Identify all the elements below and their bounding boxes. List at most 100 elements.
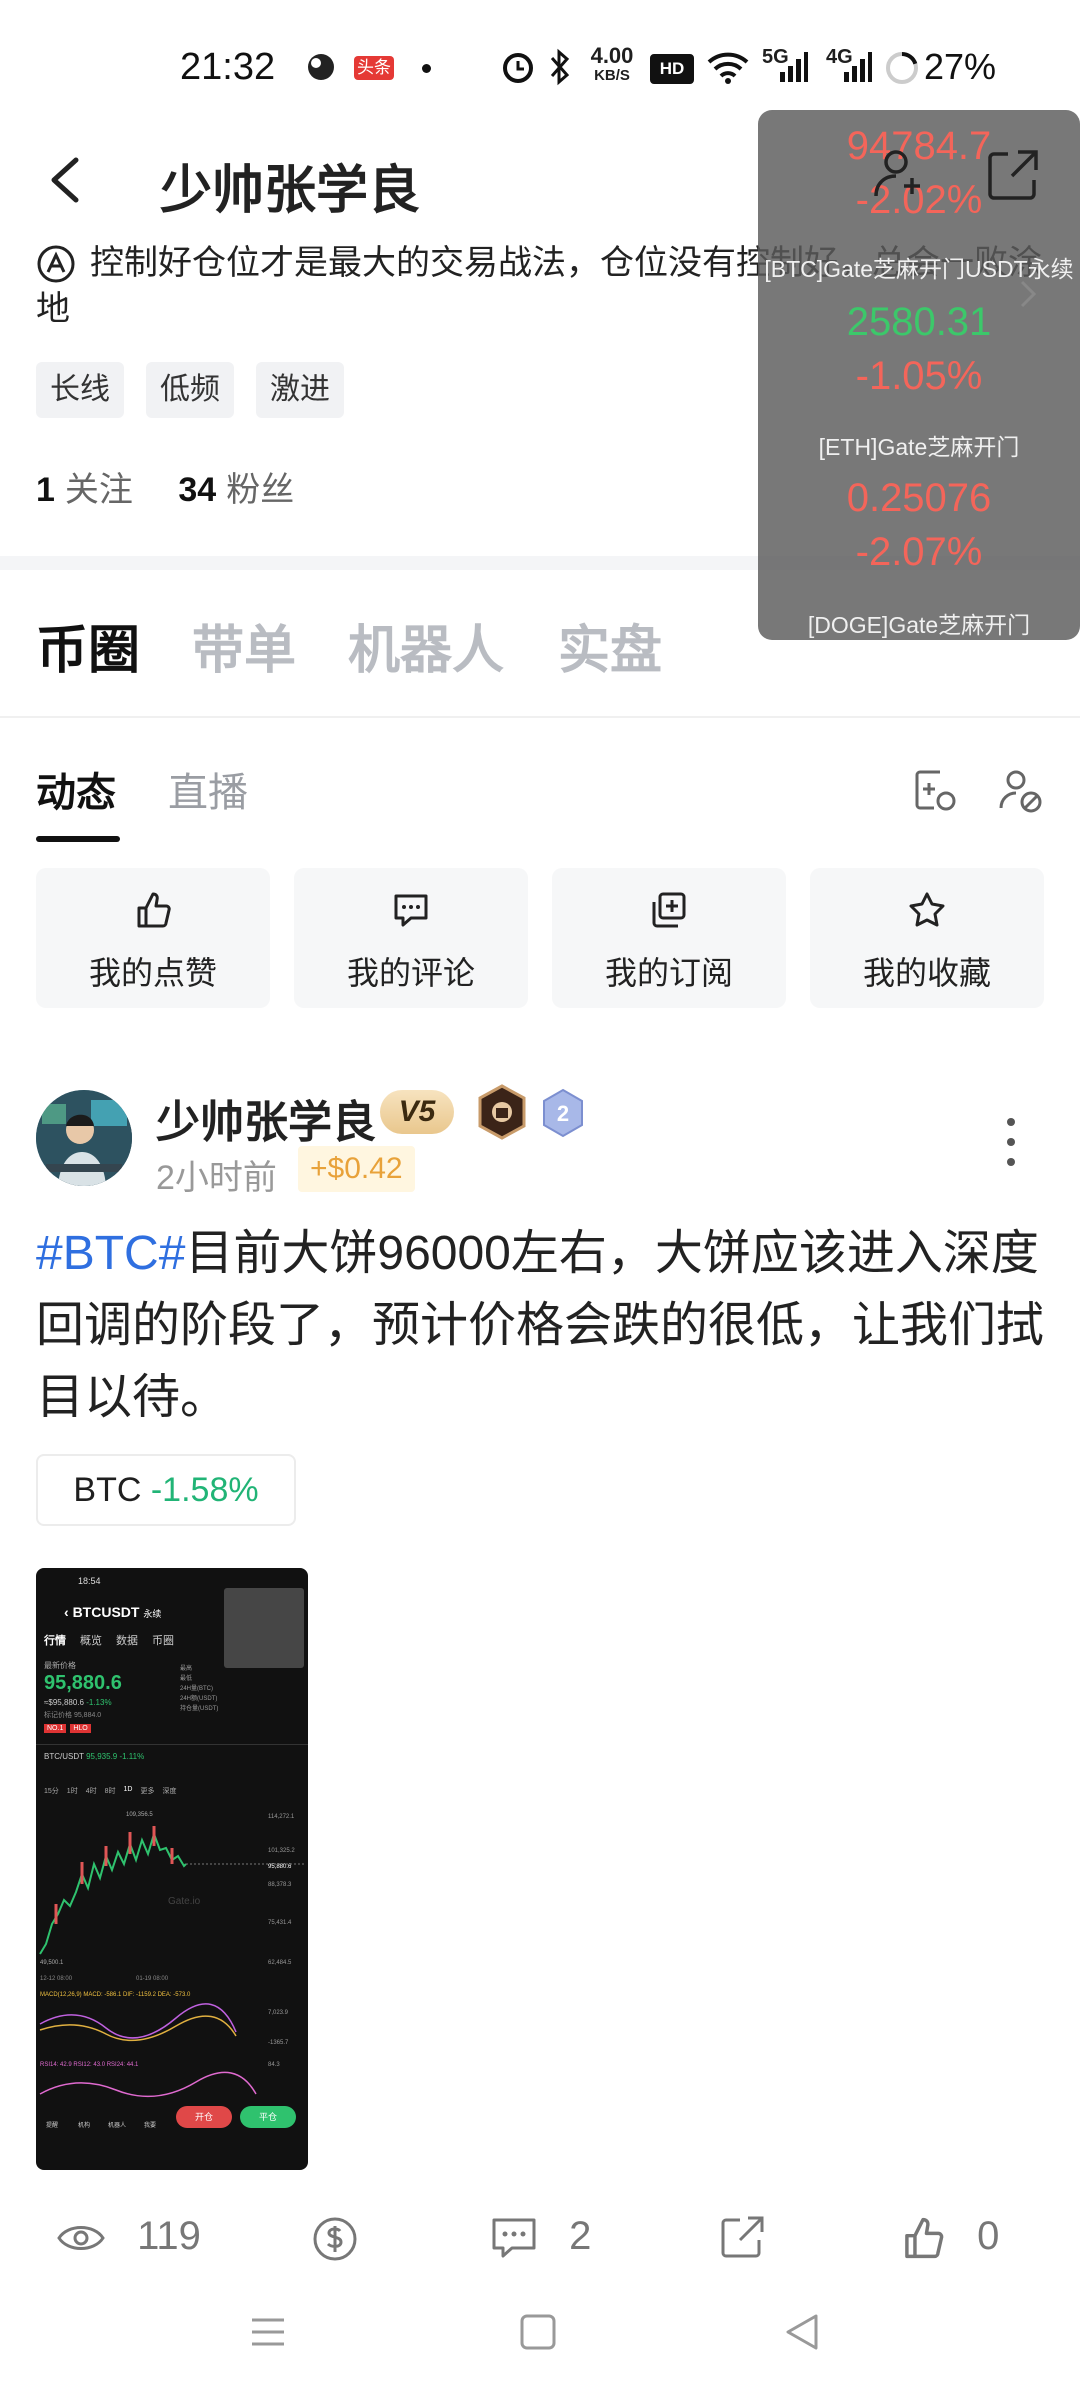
thumb-pair-suffix: 永续	[143, 1609, 162, 1619]
thumb-badge: NO.1	[44, 1724, 67, 1733]
post-hashtag[interactable]: #BTC#	[36, 1227, 185, 1280]
ticker-change: -1.05%	[855, 354, 983, 398]
user-follow-icon[interactable]	[870, 146, 926, 202]
thumb-y-tick: 75,431.4	[268, 1920, 292, 1926]
thumb-interval: 深度	[162, 1788, 177, 1795]
comments-stat[interactable]: 2	[490, 2214, 591, 2260]
thumb-badges: NO.1 HLO	[44, 1724, 91, 1733]
thumb-pair2-change: -1.11%	[119, 1752, 145, 1761]
status-time: 21:32	[180, 46, 276, 88]
thumb-price: 95,880.6	[44, 1672, 122, 1694]
subscribe-icon	[652, 892, 686, 928]
share-icon[interactable]	[718, 2214, 766, 2262]
thumb-macd-line	[39, 2003, 237, 2039]
thumb-candles	[54, 1826, 174, 1924]
thumb-y-tick: 7,023.9	[268, 2010, 289, 2016]
thumb-mark-value: 95,884.0	[73, 1712, 102, 1719]
share-external-icon[interactable]	[984, 148, 1040, 204]
my-favorites-card[interactable]: 我的收藏	[810, 868, 1044, 1008]
thumb-macd: MACD(12,26,9) MACD: -586.1 DIF: -1159.2 …	[40, 1992, 191, 1998]
bluetooth-icon	[550, 48, 570, 86]
tab-bots[interactable]: 机器人	[348, 608, 504, 683]
followers-count: 34	[178, 471, 217, 509]
thumb-price-usd: ≈$95,880.6	[44, 1698, 84, 1707]
coin-chip[interactable]: BTC -1.58%	[36, 1454, 296, 1526]
thumb-rsi: RSI14: 42.9 RSI12: 43.0 RSI24: 44.1	[40, 2062, 139, 2068]
thumb-stat-label: 最高	[180, 1666, 193, 1672]
post-image[interactable]: 18:54 ‹ BTCUSDT 永续 行情 概览 数据 币圈 最新价格 95,8…	[36, 1568, 308, 2170]
wifi-icon	[707, 52, 749, 84]
thumb-divider	[36, 1744, 308, 1745]
thumb-latest-label: 最新价格	[44, 1661, 76, 1670]
tab-live-trading[interactable]: 实盘	[558, 608, 662, 683]
tab-feed[interactable]: 动态	[36, 760, 116, 818]
followers-stat[interactable]: 34 粉丝	[178, 471, 294, 509]
thumb-bottom-item: 机器人	[108, 2123, 127, 2129]
followers-label: 粉丝	[226, 471, 295, 509]
thumb-mark: 标记价格 95,884.0	[44, 1710, 101, 1720]
eye-icon	[57, 2226, 105, 2251]
tip-coin-icon[interactable]	[310, 2214, 360, 2264]
thumb-stats: 最高 最低 24H量(BTC) 24H额(USDT) 持仓量(USDT)	[180, 1664, 218, 1714]
network-speed: 4.00 KB/S	[584, 45, 640, 86]
following-count: 1	[36, 471, 55, 509]
battery-ring-icon	[886, 52, 918, 84]
thumb-pair2-price: 95,935.9	[86, 1752, 118, 1761]
app-notification-icon	[308, 54, 334, 80]
profile-title: 少帅张学良	[160, 162, 421, 220]
avatar[interactable]	[36, 1090, 132, 1186]
hd-indicator: HD	[650, 54, 694, 84]
likes-stat[interactable]: 0	[900, 2214, 999, 2261]
likes-count: 0	[977, 2214, 1000, 2258]
signal-4g-icon	[844, 52, 872, 82]
thumb-hi-label: 109,356.5	[126, 1812, 153, 1818]
my-subscriptions-card[interactable]: 我的订阅	[552, 868, 786, 1008]
thumb-interval: 4时	[85, 1788, 97, 1795]
tab-coin-circle[interactable]: 币圈	[36, 608, 140, 683]
menu-nav-icon[interactable]	[248, 2312, 288, 2352]
chevron-right-icon[interactable]	[1016, 276, 1040, 312]
thumb-y-tick: 114,272.1	[268, 1814, 295, 1820]
avatar-illustration	[36, 1090, 132, 1186]
thumb-pair2: BTC/USDT 95,935.9 -1.11%	[44, 1752, 144, 1761]
home-nav-icon[interactable]	[518, 2312, 558, 2352]
notification-dot-icon	[422, 64, 431, 73]
user-settings-icon[interactable]	[996, 766, 1046, 816]
profile-tag: 长线	[36, 362, 124, 418]
thumb-bottom-bar: 提醒 机构 机器人 我要 开仓 平仓	[36, 2096, 308, 2136]
thumb-close-button: 平仓	[240, 2106, 296, 2128]
post-text: #BTC#目前大饼96000左右，大饼应该进入深度回调的阶段了，预计价格会跌的很…	[36, 1218, 1056, 1434]
my-comments-card[interactable]: 我的评论	[294, 868, 528, 1008]
thumb-stat-label: 持仓量(USDT)	[180, 1706, 219, 1712]
thumb-y-tick: 88,378.3	[268, 1882, 292, 1888]
following-label: 关注	[64, 471, 133, 509]
post-author[interactable]: 少帅张学良	[156, 1086, 376, 1150]
thumb-intervals: 15分 1时 4时 8时 1D 更多 深度	[44, 1786, 244, 1796]
profile-tag: 低频	[146, 362, 234, 418]
thumb-price-line	[39, 1830, 187, 1955]
coin-symbol: BTC	[73, 1471, 142, 1509]
card-label: 我的订阅	[604, 955, 733, 991]
thumb-badge: HLO	[70, 1724, 91, 1733]
thumb-stat-label: 最低	[180, 1676, 193, 1682]
more-options-icon[interactable]	[996, 1112, 1026, 1172]
tab-copy-trading[interactable]: 带单	[192, 608, 296, 683]
back-arrow-icon[interactable]	[36, 150, 96, 210]
thumb-bottom-item: 提醒	[46, 2123, 59, 2129]
my-likes-card[interactable]: 我的点赞	[36, 868, 270, 1008]
network-speed-unit: KB/S	[594, 67, 630, 84]
thumb-bottom-item: 机构	[78, 2123, 91, 2129]
ticker-name: [DOGE]Gate芝麻开门	[807, 612, 1031, 638]
thumb-date: 01-19 08:00	[136, 1976, 169, 1982]
following-stat[interactable]: 1 关注	[36, 471, 133, 509]
new-post-icon[interactable]	[910, 766, 960, 816]
thumb-lo-label: 49,500.1	[40, 1960, 64, 1966]
tabs-divider	[0, 716, 1080, 718]
views-count: 119	[137, 2214, 201, 2258]
comment-icon	[492, 2218, 536, 2258]
thumb-open-button: 开仓	[176, 2106, 232, 2128]
tab-live[interactable]: 直播	[168, 760, 248, 818]
thumb-interval: 1时	[66, 1788, 78, 1795]
alarm-icon	[503, 53, 533, 83]
back-nav-icon[interactable]	[782, 2312, 822, 2352]
